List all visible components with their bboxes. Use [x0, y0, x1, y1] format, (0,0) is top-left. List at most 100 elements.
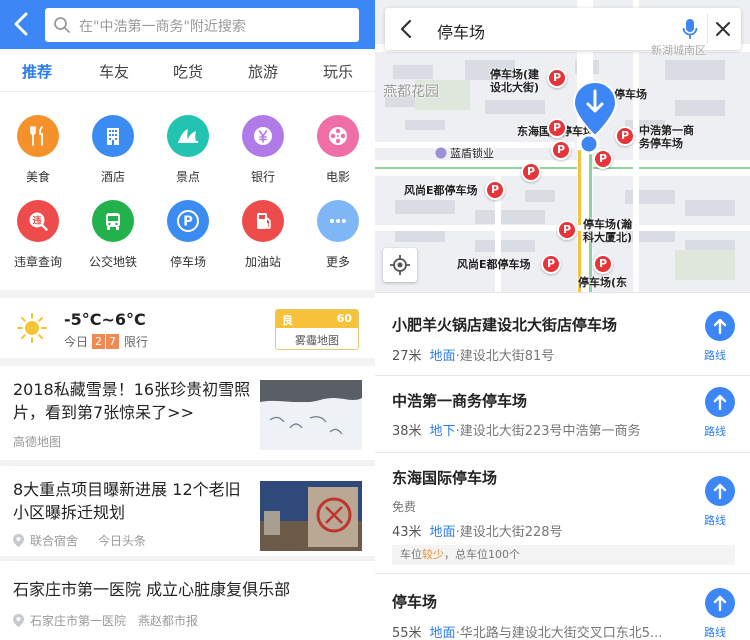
map-view[interactable]: 停车场 新湖城南区 燕都花园 蓝盾锁业 停车场(建 设北大街) 停车场 东海国际… — [375, 0, 750, 292]
parking-label[interactable]: 停车场 — [614, 88, 647, 101]
category-gas-station[interactable]: 加油站 — [228, 200, 298, 270]
aqi-value: 60 — [336, 312, 352, 325]
route-label[interactable]: 路线 — [704, 347, 726, 363]
news-item[interactable]: 8大重点项目曝新进展 12个老旧小区曝拆迁规划 联合宿舍 今日头条 — [0, 466, 375, 556]
route-arrow-icon — [713, 318, 727, 335]
parking-results-list: 小肥羊火锅店建设北大街店停车场 27米 地面·建设北大街81号 路线 中浩第一商务… — [375, 292, 750, 640]
tab-foodie[interactable]: 吃货 — [173, 61, 203, 82]
category-label: 停车场 — [169, 255, 206, 269]
result-address: ·建设北大街223号中浩第一商务 — [455, 424, 641, 439]
back-arrow-icon[interactable] — [10, 10, 34, 38]
parking-marker[interactable]: P — [551, 140, 571, 160]
category-bank[interactable]: 银行 — [228, 115, 298, 185]
tab-car-friends[interactable]: 车友 — [99, 61, 129, 82]
category-label: 公交地铁 — [88, 255, 137, 269]
category-more[interactable]: 更多 — [303, 200, 373, 270]
category-hotel[interactable]: 酒店 — [78, 115, 148, 185]
route-button[interactable] — [705, 311, 735, 341]
restriction-digit: 7 — [106, 334, 120, 349]
parking-marker[interactable]: P — [547, 118, 567, 138]
yuan-icon — [242, 115, 284, 157]
demolition-photo-thumbnail — [260, 481, 362, 551]
right-screen: 停车场 新湖城南区 燕都花园 蓝盾锁业 停车场(建 设北大街) 停车场 东海国际… — [375, 0, 750, 640]
haze-map-link[interactable]: 雾霾地图 — [276, 332, 358, 348]
result-distance: 55米 — [392, 626, 422, 640]
route-label[interactable]: 路线 — [704, 512, 726, 528]
parking-label[interactable]: 风尚E都停车场 — [457, 258, 531, 271]
aqi-badge[interactable]: 良 60 雾霾地图 — [275, 309, 359, 350]
route-arrow-icon — [713, 483, 727, 500]
divider — [707, 14, 708, 44]
tab-recommend[interactable]: 推荐 — [22, 61, 52, 82]
category-label: 酒店 — [100, 170, 125, 184]
category-label: 电影 — [325, 170, 350, 184]
category-label: 银行 — [250, 170, 275, 184]
result-item[interactable]: 东海国际停车场 免费 43米 地面·建设北大街228号 车位较少，总车位100个 … — [375, 453, 750, 573]
parking-marker[interactable]: P — [615, 126, 635, 146]
news-publisher: 燕赵都市报 — [138, 614, 199, 628]
nearby-search-input[interactable]: 在"中浩第一商务"附近搜索 — [45, 8, 359, 42]
category-violation-check[interactable]: 违 违章查询 — [3, 200, 73, 270]
result-info: 55米 地面·华北路与建设北大街交叉口东北5... — [392, 622, 662, 640]
bus-icon — [92, 200, 134, 242]
news-source: 联合宿舍 今日头条 — [13, 532, 146, 549]
parking-marker[interactable]: P — [485, 180, 505, 200]
result-address: ·建设北大街228号 — [455, 525, 563, 540]
parking-marker[interactable]: P — [521, 162, 541, 182]
tab-travel[interactable]: 旅游 — [248, 61, 278, 82]
result-item[interactable]: 中浩第一商务停车场 38米 地下·建设北大街223号中浩第一商务 路线 — [375, 376, 750, 452]
gas-station-icon — [242, 200, 284, 242]
restriction-digit: 2 — [92, 334, 106, 349]
crosshair-icon — [390, 255, 410, 275]
parking-marker[interactable]: P — [541, 254, 561, 274]
snow-photo-thumbnail — [260, 380, 362, 450]
parking-label[interactable]: 中浩第一商 务停车场 — [639, 124, 694, 150]
route-button[interactable] — [705, 476, 735, 506]
route-label[interactable]: 路线 — [704, 624, 726, 640]
parking-label[interactable]: 停车场(建 设北大街) — [490, 68, 539, 94]
news-item[interactable]: 2018私藏雪景！16张珍贵初雪照片，看到第7张惊呆了>> 高德地图 — [0, 366, 375, 460]
film-reel-icon — [317, 115, 359, 157]
result-item[interactable]: 小肥羊火锅店建设北大街店停车场 27米 地面·建设北大街81号 路线 — [375, 293, 750, 375]
result-item[interactable]: 停车场 55米 地面·华北路与建设北大街交叉口东北5... 路线 — [375, 574, 750, 640]
route-arrow-icon — [713, 595, 727, 612]
result-level: 地下 — [429, 424, 456, 439]
category-bus-metro[interactable]: 公交地铁 — [78, 200, 148, 270]
microphone-icon[interactable] — [682, 18, 698, 40]
route-button[interactable] — [705, 588, 735, 618]
parking-marker[interactable]: P — [547, 68, 567, 88]
aqi-quality: 良 — [282, 314, 293, 327]
category-food[interactable]: 美食 — [3, 115, 73, 185]
building-icon — [92, 115, 134, 157]
parking-label[interactable]: 停车场(东 — [578, 276, 627, 289]
result-level: 地面 — [429, 349, 456, 364]
search-query[interactable]: 停车场 — [437, 19, 485, 43]
violation-icon: 违 — [17, 200, 59, 242]
left-screen: 在"中浩第一商务"附近搜索 推荐 车友 吃货 旅游 玩乐 美食 酒店 景点 银行… — [0, 0, 375, 640]
route-label[interactable]: 路线 — [704, 423, 726, 439]
category-movie[interactable]: 电影 — [303, 115, 373, 185]
back-arrow-icon[interactable] — [399, 19, 413, 39]
close-icon[interactable] — [715, 21, 731, 37]
svg-text:违: 违 — [32, 215, 41, 227]
category-label: 加油站 — [244, 255, 281, 269]
parking-marker[interactable]: P — [557, 220, 577, 240]
capacity-total: ，总车位100个 — [444, 548, 520, 561]
category-scenic[interactable]: 景点 — [153, 115, 223, 185]
result-name: 停车场 — [392, 593, 438, 611]
search-placeholder: 在"中浩第一商务"附近搜索 — [79, 19, 246, 35]
today-label: 今日 — [64, 335, 89, 349]
street-label: 新湖城南区 — [651, 44, 706, 57]
result-distance: 27米 — [392, 349, 422, 364]
parking-marker[interactable]: P — [593, 254, 613, 274]
parking-label[interactable]: 停车场(瀚 科大厦北) — [583, 218, 632, 244]
news-item[interactable]: 石家庄市第一医院 成立心脏康复俱乐部 石家庄市第一医院 燕赵都市报 — [0, 561, 375, 640]
news-title: 8大重点项目曝新进展 12个老旧小区曝拆迁规划 — [13, 480, 241, 522]
route-button[interactable] — [705, 387, 735, 417]
locate-me-button[interactable] — [383, 248, 417, 282]
category-parking[interactable]: P 停车场 — [153, 200, 223, 270]
category-label: 更多 — [325, 255, 350, 269]
category-label: 景点 — [175, 170, 200, 184]
tab-fun[interactable]: 玩乐 — [323, 61, 353, 82]
parking-label[interactable]: 风尚E都停车场 — [404, 184, 478, 197]
